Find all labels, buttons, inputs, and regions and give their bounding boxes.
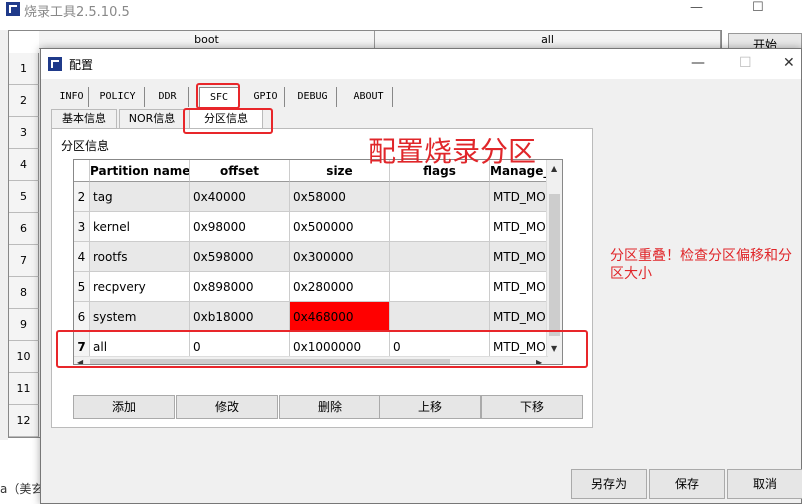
- cell-name[interactable]: tag: [90, 182, 190, 212]
- maximize-icon[interactable]: ☐: [752, 0, 764, 15]
- grid-row-number: 6: [9, 213, 39, 245]
- cell-size[interactable]: 0x58000: [290, 182, 390, 212]
- annotation-heading: 配置烧录分区: [368, 135, 537, 168]
- grid-row-number: 12: [9, 405, 39, 437]
- tab-debug[interactable]: DEBUG: [289, 87, 337, 107]
- table-row[interactable]: 2 tag 0x40000 0x58000 MTD_MODE: [74, 182, 562, 212]
- subtab-basic-info[interactable]: 基本信息: [51, 109, 117, 129]
- dialog-logo-icon: [48, 57, 62, 71]
- grid-row-number: 8: [9, 277, 39, 309]
- row-number: 3: [74, 212, 90, 242]
- save-button[interactable]: 保存: [649, 469, 725, 499]
- cell-name[interactable]: system: [90, 302, 190, 332]
- app-logo-icon: [6, 2, 20, 16]
- save-as-button[interactable]: 另存为: [571, 469, 647, 499]
- cell-flags[interactable]: [390, 242, 490, 272]
- grid-row-number: 9: [9, 309, 39, 341]
- cancel-button[interactable]: 取消: [727, 469, 802, 499]
- grid-row-number: 5: [9, 181, 39, 213]
- move-down-button[interactable]: 下移: [481, 395, 583, 419]
- cell-size[interactable]: 0x280000: [290, 272, 390, 302]
- row-number: 4: [74, 242, 90, 272]
- grid-header-boot: boot: [39, 31, 375, 49]
- dialog-maximize-icon: ☐: [739, 55, 752, 71]
- grid-row-number: 10: [9, 341, 39, 373]
- cell-manage[interactable]: MTD_MODE: [490, 302, 548, 332]
- grid-header-all: all: [375, 31, 721, 49]
- dialog-close-icon[interactable]: ✕: [783, 55, 795, 71]
- grid-row-number: 11: [9, 373, 39, 405]
- grid-header: boot all: [39, 31, 721, 49]
- cell-manage[interactable]: MTD_MODE: [490, 212, 548, 242]
- annotation-box-all-row: [56, 330, 588, 368]
- table-row[interactable]: 6 system 0xb18000 0x468000 MTD_MODE: [74, 302, 562, 332]
- main-window-title: 烧录工具2.5.10.5: [24, 5, 130, 20]
- minimize-icon[interactable]: —: [690, 0, 703, 15]
- left-border: [0, 30, 8, 440]
- header-corner: [74, 160, 90, 182]
- cell-flags[interactable]: [390, 212, 490, 242]
- table-row[interactable]: 3 kernel 0x98000 0x500000 MTD_MODE: [74, 212, 562, 242]
- cell-flags[interactable]: [390, 182, 490, 212]
- cell-flags[interactable]: [390, 302, 490, 332]
- partition-group-label: 分区信息: [61, 139, 110, 153]
- cell-size[interactable]: 0x300000: [290, 242, 390, 272]
- cell-name[interactable]: kernel: [90, 212, 190, 242]
- dialog-title-bar: 配置 — ☐ ✕: [41, 49, 801, 79]
- tab-policy[interactable]: POLICY: [91, 87, 145, 107]
- cell-manage[interactable]: MTD_MODE: [490, 242, 548, 272]
- tab-gpio[interactable]: GPIO: [247, 87, 285, 107]
- cell-offset[interactable]: 0xb18000: [190, 302, 290, 332]
- table-row[interactable]: 5 recpvery 0x898000 0x280000 MTD_MODE: [74, 272, 562, 302]
- cell-manage[interactable]: MTD_MODE: [490, 272, 548, 302]
- tab-info[interactable]: INFO: [55, 87, 89, 107]
- row-number: 2: [74, 182, 90, 212]
- add-button[interactable]: 添加: [73, 395, 175, 419]
- delete-button[interactable]: 删除: [279, 395, 381, 419]
- vertical-scroll-thumb[interactable]: [549, 194, 560, 336]
- main-title-bar: 烧录工具2.5.10.5 — ☐: [0, 0, 802, 22]
- row-number: 5: [74, 272, 90, 302]
- grid-row-number: 2: [9, 85, 39, 117]
- annotation-note: 分区重叠！检查分区偏移和分区大小: [610, 248, 792, 282]
- grid-row-number: 4: [9, 149, 39, 181]
- tab-ddr[interactable]: DDR: [147, 87, 189, 107]
- tab-about[interactable]: ABOUT: [345, 87, 393, 107]
- cell-offset[interactable]: 0x898000: [190, 272, 290, 302]
- cell-flags[interactable]: [390, 272, 490, 302]
- dialog-title: 配置: [69, 58, 94, 72]
- table-row[interactable]: 4 rootfs 0x598000 0x300000 MTD_MODE: [74, 242, 562, 272]
- cell-size-highlighted[interactable]: 0x468000: [290, 302, 390, 332]
- col-offset[interactable]: offset: [190, 160, 290, 182]
- scroll-up-icon[interactable]: ▲: [551, 164, 557, 173]
- status-text: a（美玄: [0, 482, 44, 496]
- dialog-minimize-icon[interactable]: —: [691, 55, 705, 71]
- modify-button[interactable]: 修改: [176, 395, 278, 419]
- grid-row-number: 7: [9, 245, 39, 277]
- annotation-box-sfc-tab: [196, 83, 240, 109]
- row-number: 6: [74, 302, 90, 332]
- cell-offset[interactable]: 0x98000: [190, 212, 290, 242]
- cell-manage[interactable]: MTD_MODE: [490, 182, 548, 212]
- cell-size[interactable]: 0x500000: [290, 212, 390, 242]
- cell-name[interactable]: rootfs: [90, 242, 190, 272]
- cell-offset[interactable]: 0x598000: [190, 242, 290, 272]
- grid-row-number: 3: [9, 117, 39, 149]
- move-up-button[interactable]: 上移: [379, 395, 481, 419]
- cell-name[interactable]: recpvery: [90, 272, 190, 302]
- col-partition-name[interactable]: Partition name: [90, 160, 190, 182]
- subtab-nor-info[interactable]: NOR信息: [119, 109, 185, 129]
- cell-offset[interactable]: 0x40000: [190, 182, 290, 212]
- annotation-box-partition-tab: [183, 108, 273, 134]
- grid-row-number: 1: [9, 53, 39, 85]
